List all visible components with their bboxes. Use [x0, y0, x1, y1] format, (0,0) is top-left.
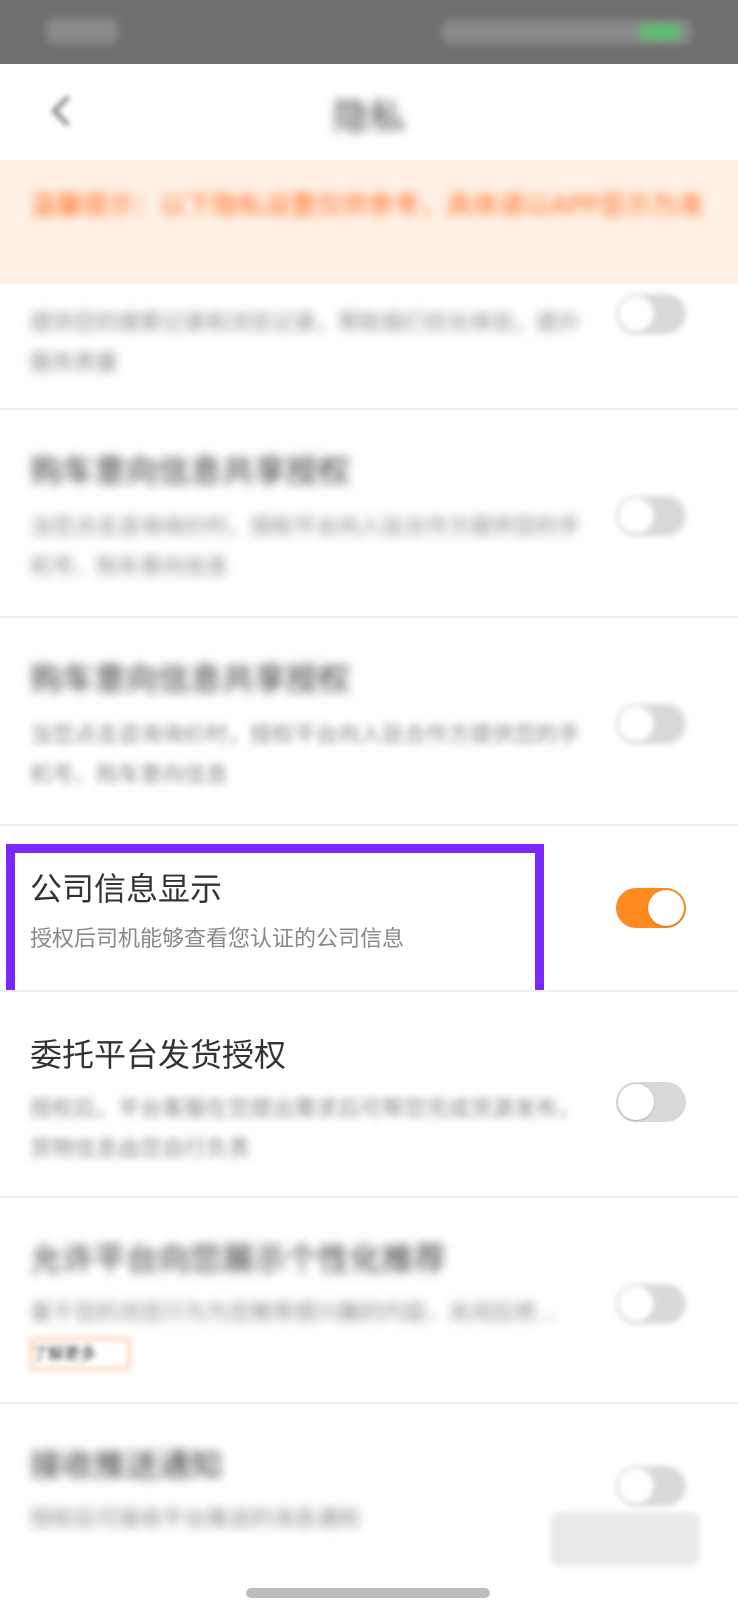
setting-toggle[interactable] [616, 1466, 686, 1506]
setting-desc: 当您点击咨询询价时，授权平台向入驻合作方提供您的手机号、购车意向信息 [30, 723, 581, 788]
highlight-frame [6, 844, 544, 1014]
setting-desc: 当您点击咨询询价时，授权平台向入驻合作方提供您的手机号、购车意向信息 [30, 515, 581, 580]
banner-text: 温馨提示：以下隐私设置仅供参考，具体请以APP显示为准 [30, 191, 704, 221]
toggle-knob [618, 706, 654, 742]
setting-title: 购车意向信息共享授权 [30, 452, 351, 490]
watermark-logo [550, 1512, 700, 1566]
setting-row: 购车意向信息共享授权 当您点击咨询询价时，授权平台向入驻合作方提供您的手机号、购… [0, 618, 738, 824]
setting-desc: 提供您的搜索记录和浏览记录，帮助我们优化体验，提升服务质量 [30, 311, 581, 376]
toggle-knob [618, 1286, 654, 1322]
setting-row: 允许平台向您展示个性化推荐 基于您的浏览行为为您推荐感兴趣的内容，关闭后将...… [0, 1198, 738, 1402]
page-title: 隐私 [332, 97, 405, 138]
setting-desc: 基于您的浏览行为为您推荐感兴趣的内容，关闭后将... [30, 1301, 557, 1326]
setting-toggle[interactable] [616, 704, 686, 744]
status-time [46, 18, 118, 44]
notice-banner: 温馨提示：以下隐私设置仅供参考，具体请以APP显示为准 [0, 160, 738, 284]
app-header: 隐私 [0, 64, 738, 160]
setting-title: 委托平台发货授权 [30, 1036, 287, 1074]
settings-list: 提供您的搜索记录和浏览记录，帮助我们优化体验，提升服务质量 购车意向信息共享授权… [0, 284, 738, 1600]
toggle-knob [618, 498, 654, 534]
setting-title: 允许平台向您展示个性化推荐 [30, 1240, 447, 1278]
setting-title: 购车意向信息共享授权 [30, 660, 351, 698]
setting-title: 接收推送通知 [30, 1446, 223, 1484]
setting-row: 提供您的搜索记录和浏览记录，帮助我们优化体验，提升服务质量 [0, 284, 738, 408]
toggle-knob [648, 890, 684, 926]
setting-row: 接收推送通知 授权后可接收平台推送的消息通知 [0, 1404, 738, 1600]
setting-desc: 授权后可接收平台推送的消息通知 [30, 1507, 361, 1532]
toggle-knob [618, 296, 654, 332]
delegate-shipping-toggle[interactable] [616, 1082, 686, 1122]
setting-desc: 授权后，平台客服在您提出需求后可帮您完成货源发布，货物信息由您自行负责 [30, 1097, 581, 1162]
setting-row-delegate-shipping: 委托平台发货授权 授权后，平台客服在您提出需求后可帮您完成货源发布，货物信息由您… [0, 992, 738, 1196]
status-bar [0, 0, 738, 64]
setting-toggle[interactable] [616, 1284, 686, 1324]
battery-icon [640, 24, 680, 40]
toggle-knob [618, 1084, 654, 1120]
home-indicator[interactable] [246, 1588, 490, 1598]
setting-toggle[interactable] [616, 496, 686, 536]
setting-row: 购车意向信息共享授权 当您点击咨询询价时，授权平台向入驻合作方提供您的手机号、购… [0, 410, 738, 616]
toggle-knob [618, 1468, 654, 1504]
company-info-toggle[interactable] [616, 888, 686, 928]
learn-more-tag[interactable]: 了解更多 [30, 1338, 130, 1370]
setting-toggle[interactable] [616, 294, 686, 334]
